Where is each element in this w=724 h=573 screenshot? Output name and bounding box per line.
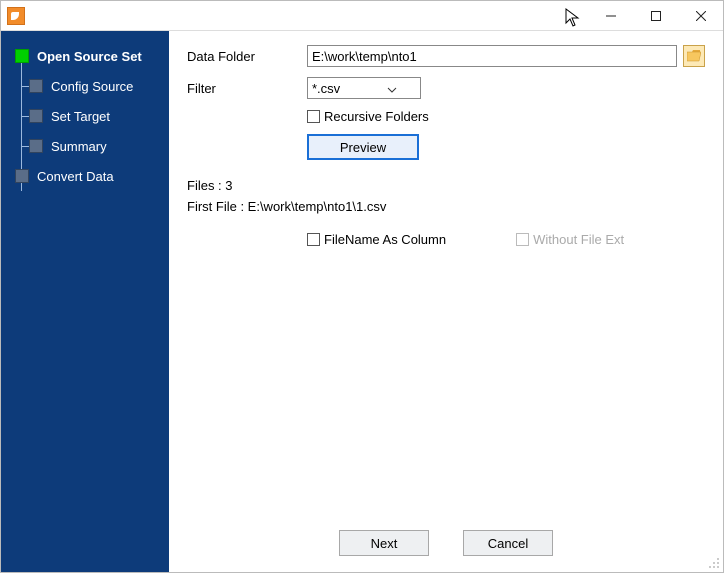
step-summary[interactable]: Summary: [1, 131, 169, 161]
wizard-steps: Open Source Set Config Source Set Target: [1, 41, 169, 191]
step-label: Convert Data: [37, 169, 114, 184]
filename-col-group: FileName As Column: [307, 232, 446, 247]
step-set-target[interactable]: Set Target: [1, 101, 169, 131]
filter-combobox[interactable]: *.csv: [307, 77, 421, 99]
filename-col-label: FileName As Column: [324, 232, 446, 247]
step-config-source[interactable]: Config Source: [1, 71, 169, 101]
next-button[interactable]: Next: [339, 530, 429, 556]
step-label: Open Source Set: [37, 49, 142, 64]
maximize-button[interactable]: [633, 1, 678, 30]
close-button[interactable]: [678, 1, 723, 30]
data-folder-input[interactable]: [307, 45, 677, 67]
step-open-source-set[interactable]: Open Source Set: [1, 41, 169, 71]
files-count-text: Files : 3: [187, 178, 705, 193]
recursive-label: Recursive Folders: [324, 109, 429, 124]
resize-grip-icon[interactable]: [708, 557, 720, 569]
step-label: Set Target: [51, 109, 110, 124]
browse-folder-button[interactable]: [683, 45, 705, 67]
step-label: Summary: [51, 139, 107, 154]
data-folder-label: Data Folder: [187, 49, 307, 64]
first-file-text: First File : E:\work\temp\nto1\1.csv: [187, 199, 705, 214]
cancel-button[interactable]: Cancel: [463, 530, 553, 556]
recursive-row: Recursive Folders: [307, 109, 705, 124]
body: Open Source Set Config Source Set Target: [1, 31, 723, 572]
step-convert-data[interactable]: Convert Data: [1, 161, 169, 191]
filter-value: *.csv: [308, 81, 364, 96]
titlebar: [1, 1, 723, 31]
footer-buttons: Next Cancel: [169, 530, 723, 556]
next-label: Next: [371, 536, 398, 551]
preview-button[interactable]: Preview: [307, 134, 419, 160]
app-icon: [7, 7, 25, 25]
step-label: Config Source: [51, 79, 133, 94]
options-row: FileName As Column Without File Ext: [187, 232, 705, 247]
without-ext-checkbox: [516, 233, 529, 246]
filter-label: Filter: [187, 81, 307, 96]
folder-icon: [687, 50, 701, 62]
filter-row: Filter *.csv: [187, 77, 705, 99]
minimize-button[interactable]: [588, 1, 633, 30]
main-panel: Data Folder Filter *.csv Recursive Folde…: [169, 31, 723, 572]
recursive-checkbox[interactable]: [307, 110, 320, 123]
chevron-down-icon: [364, 81, 420, 96]
filename-col-checkbox[interactable]: [307, 233, 320, 246]
app-window: Open Source Set Config Source Set Target: [0, 0, 724, 573]
data-folder-row: Data Folder: [187, 45, 705, 67]
without-ext-group: Without File Ext: [516, 232, 624, 247]
cursor-icon: [565, 8, 581, 28]
preview-label: Preview: [340, 140, 386, 155]
wizard-sidebar: Open Source Set Config Source Set Target: [1, 31, 169, 572]
window-controls: [588, 1, 723, 30]
without-ext-label: Without File Ext: [533, 232, 624, 247]
cancel-label: Cancel: [488, 536, 528, 551]
